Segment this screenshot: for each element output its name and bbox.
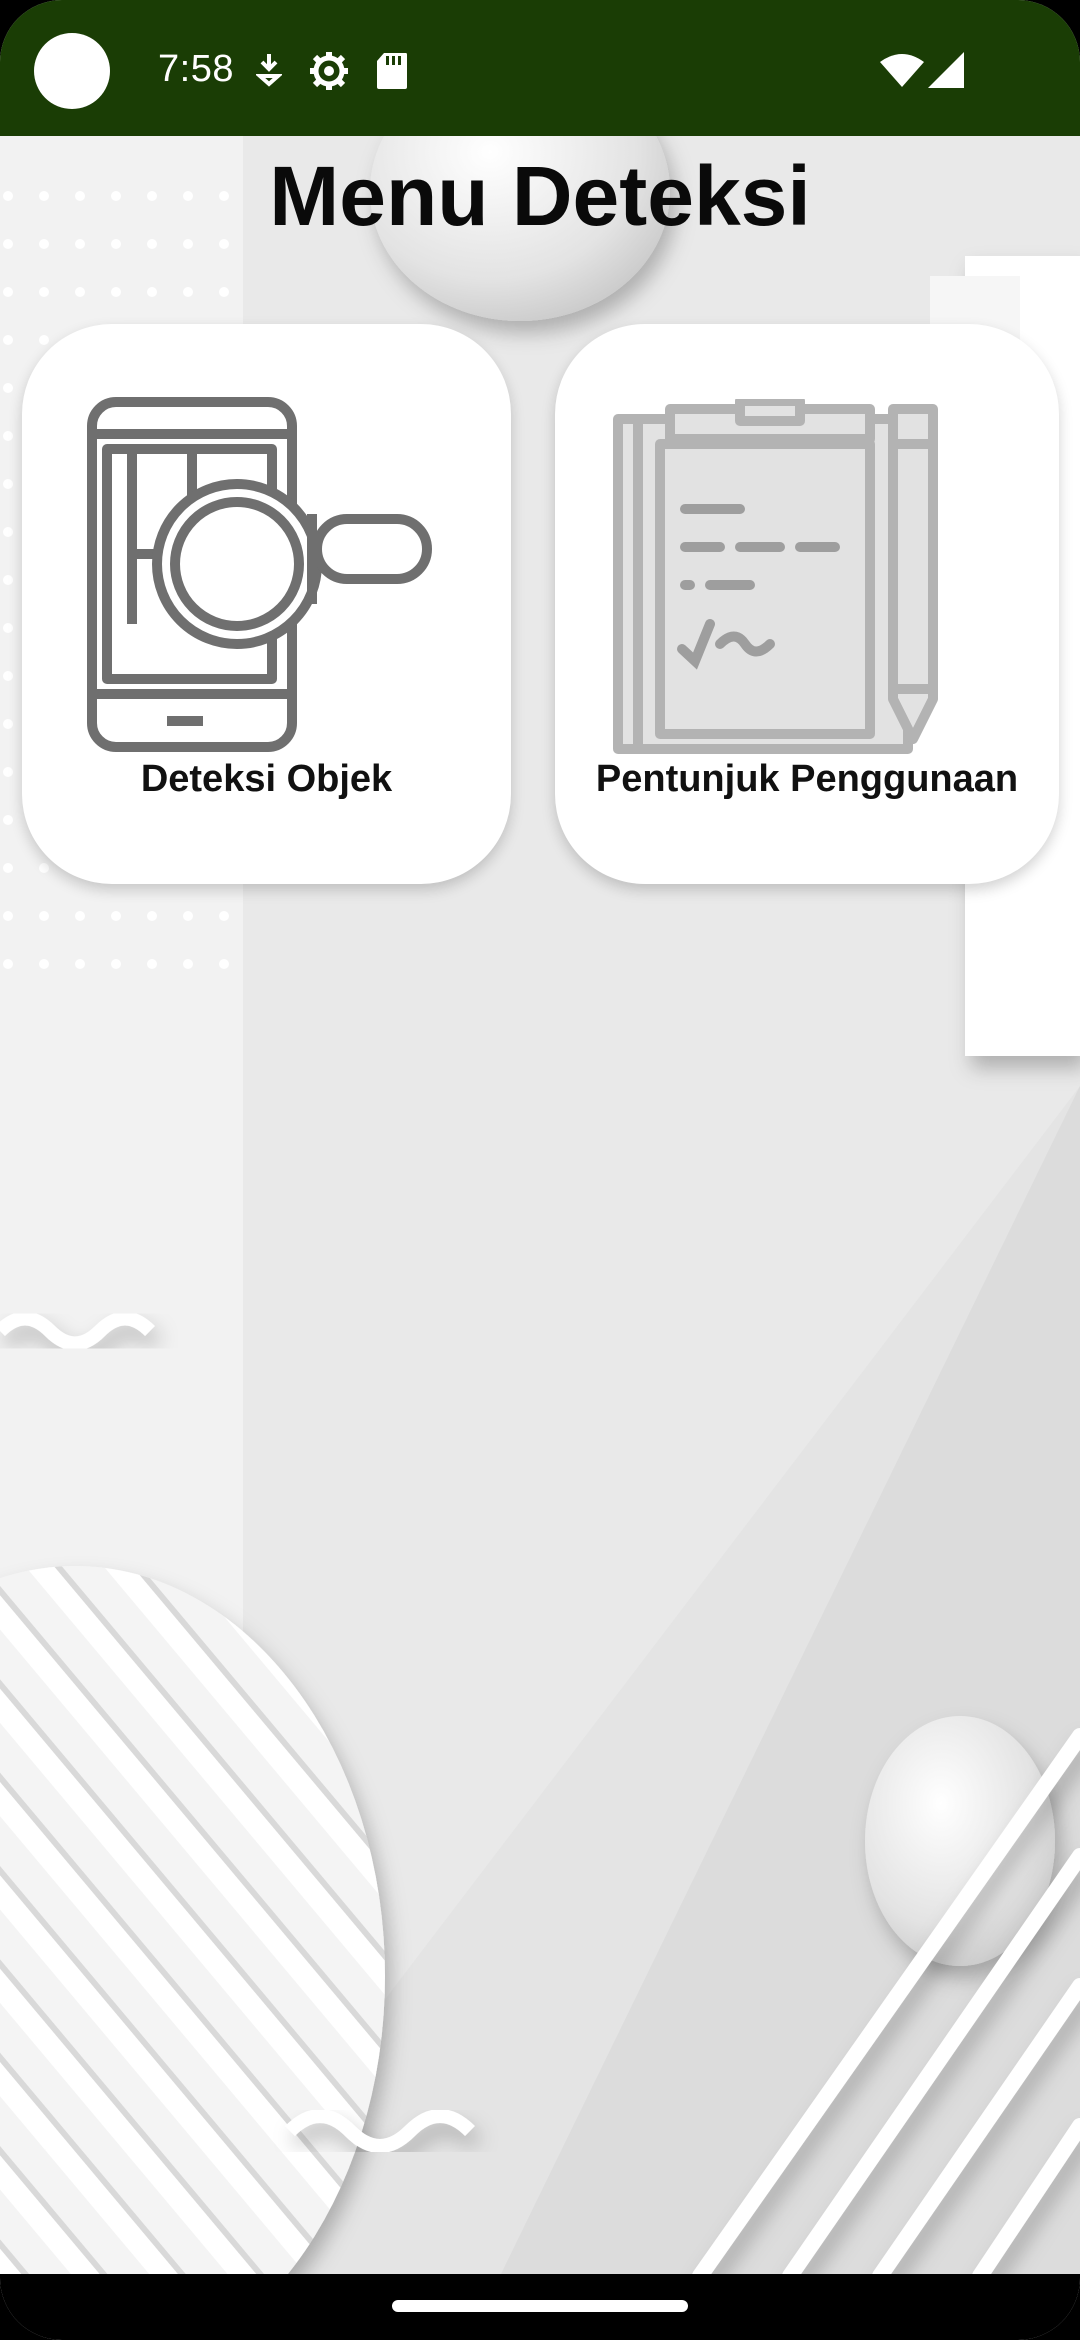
menu-card-label: Pentunjuk Penggunaan <box>595 758 1019 800</box>
menu-card-deteksi-objek[interactable]: Deteksi Objek <box>22 324 511 884</box>
page-title: Menu Deteksi <box>269 149 811 243</box>
signal-icon <box>928 52 964 88</box>
wifi-icon <box>880 54 924 87</box>
settings-gear-icon <box>310 52 348 90</box>
menu-card-label: Deteksi Objek <box>140 758 393 800</box>
camera-cutout <box>34 33 110 109</box>
app-screen: 7:58 Menu Deteksi Deteksi Objek Pentunju… <box>0 0 1080 2340</box>
sd-card-icon <box>377 53 407 89</box>
clipboard-pencil-icon <box>613 399 938 754</box>
home-gesture-handle[interactable] <box>392 2300 688 2312</box>
phone-magnifier-icon <box>87 397 432 752</box>
download-icon <box>256 54 282 87</box>
status-time: 7:58 <box>158 48 234 90</box>
menu-card-pentunjuk-penggunaan[interactable]: Pentunjuk Penggunaan <box>555 324 1059 884</box>
status-bar: 7:58 <box>0 0 1080 136</box>
